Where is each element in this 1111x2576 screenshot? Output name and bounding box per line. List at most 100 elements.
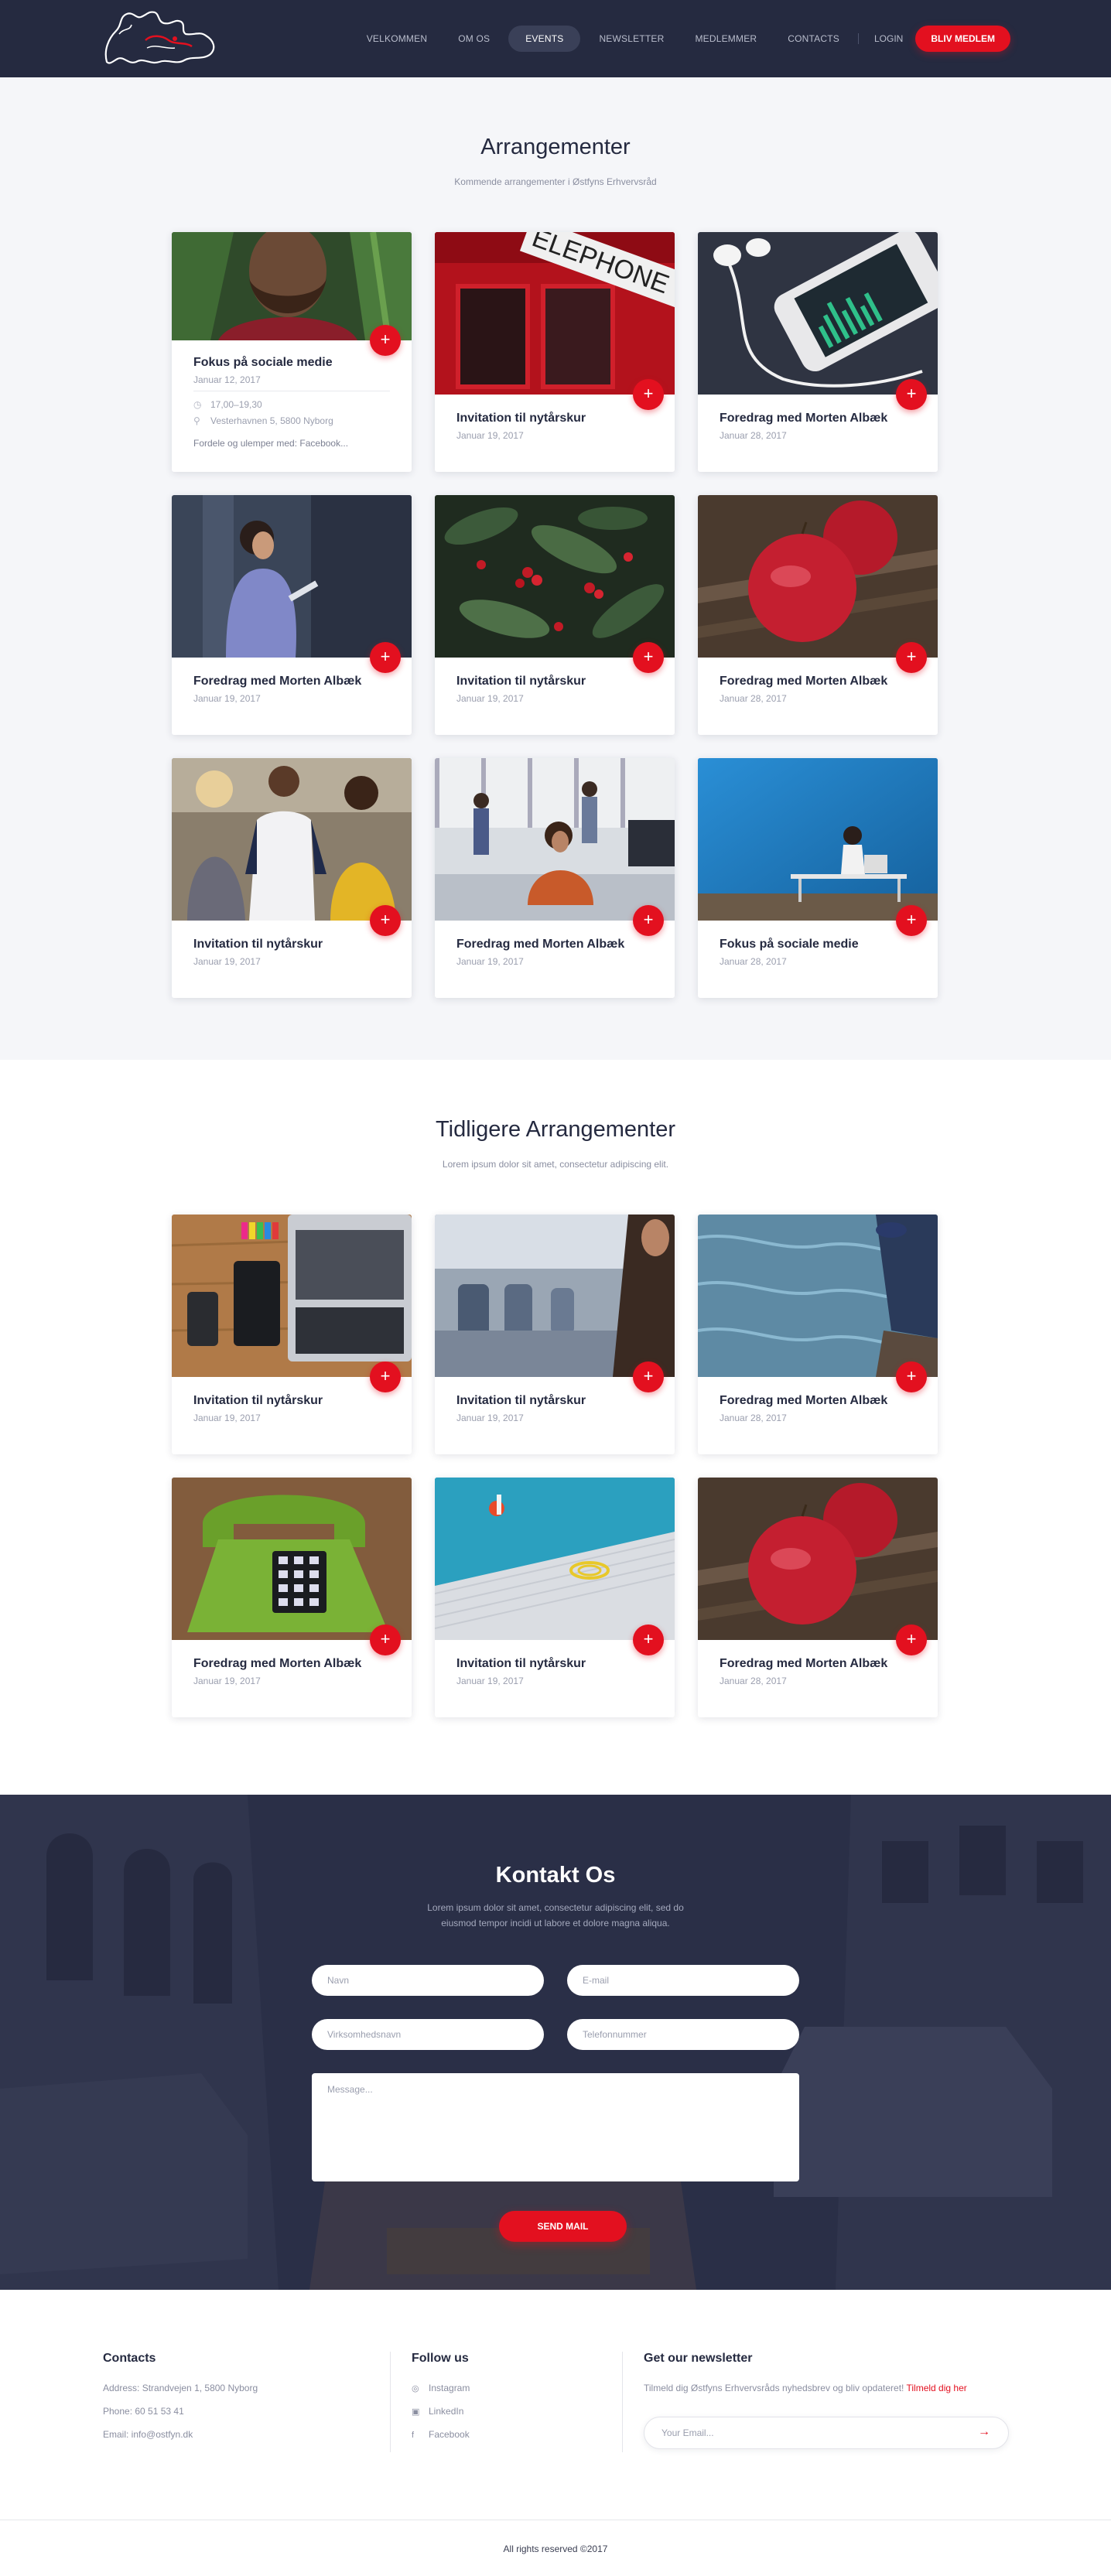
event-title: Foredrag med Morten Albæk [720,675,888,688]
event-card[interactable]: + Foredrag med Morten Albæk Januar 28, 2… [698,1478,938,1717]
arrow-right-icon[interactable]: → [978,2425,990,2439]
newsletter-email-input[interactable] [644,2417,1009,2449]
past-events-section: Tidligere Arrangementer Lorem ipsum dolo… [0,1060,1111,1795]
newsletter-signup-link[interactable]: Tilmeld dig her [907,2383,967,2393]
event-image-desk-laptop [172,1215,412,1377]
footer-contacts-title: Contacts [103,2352,156,2365]
event-title: Invitation til nytårskur [456,1657,586,1670]
plus-icon[interactable]: + [633,1361,664,1392]
event-image-phone-earbuds [698,232,938,395]
event-card[interactable]: + Foredrag med Morten Albæk Januar 19, 2… [435,758,675,998]
plus-icon[interactable]: + [633,642,664,673]
event-time: ◷ 17,00–19,30 [193,399,262,410]
event-card[interactable]: + Invitation til nytårskur Januar 19, 20… [435,1478,675,1717]
nav-item-events[interactable]: EVENTS [508,26,581,52]
event-card[interactable]: + Invitation til nytårskur Januar 19, 20… [435,1215,675,1454]
footer-phone: Phone: 60 51 53 41 [103,2406,184,2417]
nav-item-om-os[interactable]: OM OS [443,26,505,52]
event-card[interactable]: + Invitation til nytårskur Januar 19, 20… [172,1215,412,1454]
event-date: Januar 28, 2017 [720,430,787,441]
login-link[interactable]: LOGIN [862,33,915,44]
linkedin-link[interactable]: ▣ LinkedIn [412,2406,463,2417]
event-date: Januar 19, 2017 [456,956,524,967]
linkedin-icon: ▣ [412,2407,420,2417]
event-description: Fordele og ulemper med: Facebook... [193,438,349,449]
plus-icon[interactable]: + [633,379,664,410]
plus-icon[interactable]: + [896,1361,927,1392]
event-image-apples [698,495,938,658]
event-image-phone-booth: ELEPHONE [435,232,675,395]
plus-icon[interactable]: + [370,1361,401,1392]
event-card[interactable]: + Foredrag med Morten Albæk Januar 19, 2… [172,1478,412,1717]
become-member-button[interactable]: BLIV MEDLEM [915,26,1010,52]
event-card[interactable]: ELEPHONE + Invitation til nytårskur Janu… [435,232,675,472]
plus-icon[interactable]: + [633,1625,664,1655]
event-location: ⚲ Vesterhavnen 5, 5800 Nyborg [193,415,333,426]
event-date: Januar 19, 2017 [193,956,261,967]
event-image-friends [172,758,412,921]
event-image-bearded-man [172,232,412,340]
phone-input[interactable] [567,2019,799,2050]
section-title: Arrangementer [480,135,631,159]
footer-newsletter-title: Get our newsletter [644,2352,753,2365]
clock-icon: ◷ [193,399,202,410]
event-card[interactable]: + Foredrag med Morten Albæk Januar 19, 2… [172,495,412,735]
plus-icon[interactable]: + [370,642,401,673]
event-date: Januar 12, 2017 [193,374,261,385]
event-title: Invitation til nytårskur [456,1394,586,1407]
event-title: Foredrag med Morten Albæk [193,675,362,688]
linkedin-label: LinkedIn [429,2406,464,2417]
plus-icon[interactable]: + [370,1625,401,1655]
company-input[interactable] [312,2019,544,2050]
plus-icon[interactable]: + [370,905,401,936]
event-card[interactable]: + Invitation til nytårskur Januar 19, 20… [435,495,675,735]
plus-icon[interactable]: + [896,905,927,936]
location-pin-icon: ⚲ [193,415,200,426]
event-location-label: Vesterhavnen 5, 5800 Nyborg [210,415,333,426]
name-input[interactable] [312,1965,544,1996]
event-card[interactable]: + Invitation til nytårskur Januar 19, 20… [172,758,412,998]
nav-item-medlemmer[interactable]: MEDLEMMER [679,26,772,52]
copyright: All rights reserved ©2017 [503,2544,608,2554]
event-date: Januar 19, 2017 [193,1676,261,1686]
email-input[interactable] [567,1965,799,1996]
event-image-blue-wall-desk [698,758,938,921]
event-card[interactable]: + Foredrag med Morten Albæk Januar 28, 2… [698,1215,938,1454]
nav-item-contacts[interactable]: CONTACTS [772,26,855,52]
footer-follow-title: Follow us [412,2352,469,2365]
event-image-green-telephone [172,1478,412,1640]
facebook-link[interactable]: f Facebook [412,2429,470,2440]
message-textarea[interactable] [312,2073,799,2181]
nav-item-velkommen[interactable]: VELKOMMEN [351,26,443,52]
newsletter-description: Tilmeld dig Østfyns Erhvervsråds nyhedsb… [644,2383,904,2393]
instagram-link[interactable]: ◎ Instagram [412,2383,470,2393]
event-date: Januar 19, 2017 [456,430,524,441]
section-subtitle: Kommende arrangementer i Østfyns Erhverv… [454,176,657,187]
footer-email[interactable]: Email: info@ostfyn.dk [103,2429,193,2440]
plus-icon[interactable]: + [896,642,927,673]
plus-icon[interactable]: + [896,1625,927,1655]
event-card[interactable]: + Foredrag med Morten Albæk Januar 28, 2… [698,232,938,472]
event-title: Foredrag med Morten Albæk [193,1657,362,1670]
event-date: Januar 28, 2017 [720,1676,787,1686]
facebook-icon: f [412,2431,415,2440]
event-date: Januar 28, 2017 [720,956,787,967]
main-nav: VELKOMMEN OM OS EVENTS NEWSLETTER MEDLEM… [351,26,1010,52]
event-title: Fokus på sociale medie [193,356,333,369]
event-image-woman-tablet [172,495,412,658]
plus-icon[interactable]: + [896,379,927,410]
event-image-berries [435,495,675,658]
plus-icon[interactable]: + [633,905,664,936]
nav-item-newsletter[interactable]: NEWSLETTER [583,26,679,52]
event-title: Foredrag med Morten Albæk [720,1657,888,1670]
plus-icon[interactable]: + [370,325,401,356]
event-title: Invitation til nytårskur [456,675,586,688]
event-card[interactable]: + Fokus på sociale medie Januar 28, 2017 [698,758,938,998]
nav-divider [857,33,859,44]
site-header: VELKOMMEN OM OS EVENTS NEWSLETTER MEDLEM… [0,0,1111,77]
logo[interactable] [101,8,224,70]
instagram-label: Instagram [429,2383,470,2393]
event-card-featured[interactable]: + Fokus på sociale medie Januar 12, 2017… [172,232,412,472]
event-card[interactable]: + Foredrag med Morten Albæk Januar 28, 2… [698,495,938,735]
send-mail-button[interactable]: SEND MAIL [499,2211,627,2242]
